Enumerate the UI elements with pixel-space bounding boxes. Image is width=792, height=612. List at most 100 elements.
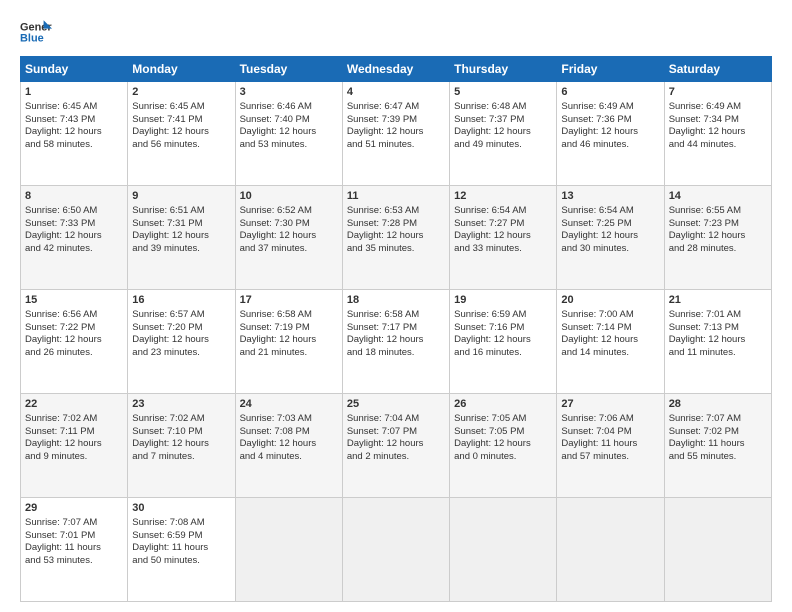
day-info-line: Sunset: 7:41 PM [132,114,230,127]
calendar-cell: 19Sunrise: 6:59 AMSunset: 7:16 PMDayligh… [450,290,557,394]
day-info-line: Sunrise: 6:52 AM [240,205,338,218]
day-info-line: Sunset: 7:20 PM [132,322,230,335]
day-info-line: Sunrise: 6:49 AM [669,101,767,114]
calendar-cell: 16Sunrise: 6:57 AMSunset: 7:20 PMDayligh… [128,290,235,394]
day-number: 3 [240,85,338,100]
calendar-cell [235,498,342,602]
logo: General Blue [20,18,52,46]
day-number: 12 [454,189,552,204]
day-info-line: Daylight: 12 hours [25,126,123,139]
day-info-line: and 49 minutes. [454,139,552,152]
day-info-line: Sunset: 7:19 PM [240,322,338,335]
calendar-cell: 17Sunrise: 6:58 AMSunset: 7:19 PMDayligh… [235,290,342,394]
day-info-line: Sunset: 7:10 PM [132,426,230,439]
day-info-line: and 18 minutes. [347,347,445,360]
calendar-cell: 25Sunrise: 7:04 AMSunset: 7:07 PMDayligh… [342,394,449,498]
day-info-line: Daylight: 12 hours [454,438,552,451]
day-info-line: Sunrise: 6:49 AM [561,101,659,114]
day-number: 22 [25,397,123,412]
day-info-line: Daylight: 12 hours [347,438,445,451]
calendar-cell: 8Sunrise: 6:50 AMSunset: 7:33 PMDaylight… [21,186,128,290]
day-info-line: Sunrise: 6:58 AM [347,309,445,322]
day-info-line: and 28 minutes. [669,243,767,256]
col-header-wednesday: Wednesday [342,57,449,82]
day-number: 1 [25,85,123,100]
calendar-cell: 20Sunrise: 7:00 AMSunset: 7:14 PMDayligh… [557,290,664,394]
day-number: 11 [347,189,445,204]
calendar-cell: 5Sunrise: 6:48 AMSunset: 7:37 PMDaylight… [450,82,557,186]
calendar-cell: 9Sunrise: 6:51 AMSunset: 7:31 PMDaylight… [128,186,235,290]
calendar-cell: 6Sunrise: 6:49 AMSunset: 7:36 PMDaylight… [557,82,664,186]
day-info-line: Sunrise: 6:45 AM [25,101,123,114]
calendar-cell: 27Sunrise: 7:06 AMSunset: 7:04 PMDayligh… [557,394,664,498]
day-info-line: Sunrise: 7:07 AM [669,413,767,426]
day-info-line: Sunset: 7:39 PM [347,114,445,127]
day-info-line: and 53 minutes. [240,139,338,152]
day-info-line: and 35 minutes. [347,243,445,256]
day-info-line: and 33 minutes. [454,243,552,256]
day-info-line: Sunrise: 7:00 AM [561,309,659,322]
day-number: 6 [561,85,659,100]
calendar-cell: 26Sunrise: 7:05 AMSunset: 7:05 PMDayligh… [450,394,557,498]
col-header-saturday: Saturday [664,57,771,82]
day-info-line: and 37 minutes. [240,243,338,256]
day-info-line: Daylight: 12 hours [669,230,767,243]
week-row-2: 8Sunrise: 6:50 AMSunset: 7:33 PMDaylight… [21,186,772,290]
day-info-line: Sunset: 7:23 PM [669,218,767,231]
day-info-line: and 51 minutes. [347,139,445,152]
calendar-cell: 18Sunrise: 6:58 AMSunset: 7:17 PMDayligh… [342,290,449,394]
day-info-line: Daylight: 12 hours [454,126,552,139]
day-info-line: Daylight: 12 hours [240,230,338,243]
day-info-line: Sunrise: 6:45 AM [132,101,230,114]
day-info-line: and 7 minutes. [132,451,230,464]
day-info-line: Daylight: 12 hours [240,334,338,347]
day-info-line: and 0 minutes. [454,451,552,464]
day-number: 14 [669,189,767,204]
calendar-cell [557,498,664,602]
day-info-line: Daylight: 12 hours [347,334,445,347]
day-info-line: Sunset: 7:33 PM [25,218,123,231]
day-info-line: Daylight: 12 hours [669,334,767,347]
day-info-line: Sunset: 7:01 PM [25,530,123,543]
logo-icon: General Blue [20,18,52,46]
week-row-3: 15Sunrise: 6:56 AMSunset: 7:22 PMDayligh… [21,290,772,394]
day-info-line: and 44 minutes. [669,139,767,152]
day-info-line: Sunrise: 6:57 AM [132,309,230,322]
day-number: 26 [454,397,552,412]
day-info-line: Sunrise: 6:55 AM [669,205,767,218]
day-info-line: Daylight: 12 hours [240,438,338,451]
calendar-cell: 4Sunrise: 6:47 AMSunset: 7:39 PMDaylight… [342,82,449,186]
day-info-line: Sunset: 7:27 PM [454,218,552,231]
calendar-cell [450,498,557,602]
day-number: 5 [454,85,552,100]
day-number: 30 [132,501,230,516]
day-info-line: Sunset: 7:28 PM [347,218,445,231]
day-info-line: and 2 minutes. [347,451,445,464]
col-header-thursday: Thursday [450,57,557,82]
day-info-line: Daylight: 12 hours [25,230,123,243]
day-info-line: Daylight: 12 hours [454,334,552,347]
day-info-line: Sunset: 6:59 PM [132,530,230,543]
day-info-line: and 30 minutes. [561,243,659,256]
day-info-line: Sunset: 7:25 PM [561,218,659,231]
day-info-line: Sunset: 7:36 PM [561,114,659,127]
day-info-line: Sunrise: 7:05 AM [454,413,552,426]
day-info-line: Sunrise: 6:51 AM [132,205,230,218]
day-number: 25 [347,397,445,412]
day-info-line: Daylight: 12 hours [132,334,230,347]
calendar-cell [342,498,449,602]
calendar-cell: 23Sunrise: 7:02 AMSunset: 7:10 PMDayligh… [128,394,235,498]
day-number: 15 [25,293,123,308]
day-number: 27 [561,397,659,412]
day-number: 28 [669,397,767,412]
day-info-line: Daylight: 12 hours [669,126,767,139]
day-number: 2 [132,85,230,100]
day-info-line: Sunrise: 7:01 AM [669,309,767,322]
col-header-sunday: Sunday [21,57,128,82]
day-number: 21 [669,293,767,308]
day-info-line: Sunset: 7:08 PM [240,426,338,439]
day-info-line: Daylight: 12 hours [132,438,230,451]
calendar-body: 1Sunrise: 6:45 AMSunset: 7:43 PMDaylight… [21,82,772,602]
calendar-cell: 7Sunrise: 6:49 AMSunset: 7:34 PMDaylight… [664,82,771,186]
day-info-line: Sunrise: 7:02 AM [25,413,123,426]
